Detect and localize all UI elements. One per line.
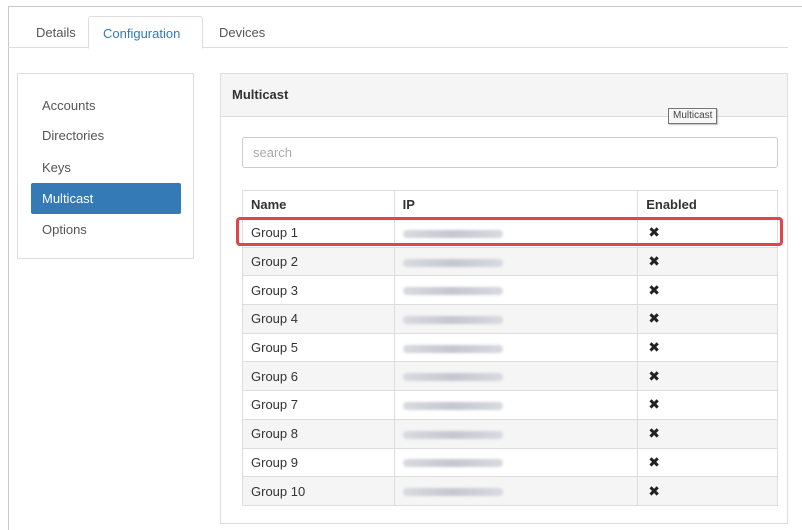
table-header-row: Name IP Enabled (242, 190, 778, 219)
x-mark-icon: ✖ (648, 281, 660, 298)
cell-ip (393, 304, 639, 334)
cell-enabled: ✖ (637, 447, 778, 478)
table-row[interactable]: Group 3 ✖ (242, 275, 778, 306)
cell-name: Group 4 (242, 304, 395, 334)
cell-enabled: ✖ (637, 218, 778, 248)
cell-name: Group 5 (242, 332, 395, 363)
table-row[interactable]: Group 9 ✖ (242, 447, 778, 478)
table-row[interactable]: Group 8 ✖ (242, 418, 778, 449)
column-header-ip[interactable]: IP (393, 190, 639, 219)
column-header-enabled[interactable]: Enabled (637, 190, 778, 219)
redacted-ip (402, 315, 503, 324)
cell-name: Group 3 (242, 275, 395, 306)
search-input[interactable] (242, 137, 778, 168)
table-row[interactable]: Group 6 ✖ (242, 361, 778, 392)
redacted-ip (402, 229, 503, 238)
cell-name: Group 6 (242, 361, 395, 392)
tab-details[interactable]: Details (22, 16, 90, 49)
tooltip: Multicast (668, 108, 718, 124)
x-mark-icon: ✖ (648, 310, 660, 327)
cell-name: Group 10 (242, 476, 395, 506)
table-row[interactable]: Group 1 ✖ (242, 218, 778, 248)
table-row[interactable]: Group 5 ✖ (242, 332, 778, 363)
config-side-menu: Accounts Directories Keys Multicast Opti… (17, 73, 194, 259)
x-mark-icon: ✖ (648, 224, 660, 241)
cell-ip (393, 218, 639, 248)
cell-ip (393, 246, 639, 277)
cell-ip (393, 275, 639, 306)
cell-enabled: ✖ (637, 332, 778, 363)
menu-item-directories[interactable]: Directories (31, 120, 181, 151)
cell-enabled: ✖ (637, 246, 778, 277)
x-mark-icon: ✖ (648, 253, 660, 270)
table-row[interactable]: Group 4 ✖ (242, 304, 778, 334)
x-mark-icon: ✖ (648, 482, 660, 499)
menu-item-keys[interactable]: Keys (31, 152, 181, 183)
tab-bar: Details Configuration Devices (8, 8, 788, 49)
cell-ip (393, 361, 639, 392)
column-header-name[interactable]: Name (242, 190, 395, 219)
cell-enabled: ✖ (637, 476, 778, 506)
table-row[interactable]: Group 10 ✖ (242, 476, 778, 506)
x-mark-icon: ✖ (648, 396, 660, 413)
table-row[interactable]: Group 7 ✖ (242, 390, 778, 420)
redacted-ip (402, 488, 503, 497)
cell-enabled: ✖ (637, 361, 778, 392)
redacted-ip (402, 459, 503, 468)
multicast-table: Name IP Enabled Group 1 ✖ Group 2 ✖ Grou… (242, 190, 778, 506)
redacted-ip (402, 402, 503, 411)
redacted-ip (402, 430, 503, 439)
multicast-panel: Multicast Multicast Name IP Enabled Grou… (220, 73, 788, 524)
panel-title: Multicast (232, 87, 289, 102)
x-mark-icon: ✖ (648, 453, 660, 470)
cell-ip (393, 390, 639, 420)
menu-item-accounts[interactable]: Accounts (31, 90, 181, 121)
menu-item-multicast[interactable]: Multicast (31, 183, 181, 214)
tab-devices[interactable]: Devices (205, 16, 279, 49)
cell-name: Group 9 (242, 447, 395, 478)
x-mark-icon: ✖ (648, 425, 660, 442)
cell-enabled: ✖ (637, 418, 778, 449)
cell-ip (393, 447, 639, 478)
cell-name: Group 2 (242, 246, 395, 277)
cell-ip (393, 332, 639, 363)
cell-name: Group 1 (242, 218, 395, 248)
redacted-ip (402, 258, 503, 267)
menu-item-options[interactable]: Options (31, 214, 181, 245)
redacted-ip (402, 287, 503, 296)
redacted-ip (402, 373, 503, 382)
cell-name: Group 7 (242, 390, 395, 420)
tab-configuration[interactable]: Configuration (88, 16, 203, 49)
table-row[interactable]: Group 2 ✖ (242, 246, 778, 277)
x-mark-icon: ✖ (648, 367, 660, 384)
cell-enabled: ✖ (637, 304, 778, 334)
cell-ip (393, 418, 639, 449)
cell-enabled: ✖ (637, 390, 778, 420)
cell-name: Group 8 (242, 418, 395, 449)
x-mark-icon: ✖ (648, 339, 660, 356)
cell-enabled: ✖ (637, 275, 778, 306)
redacted-ip (402, 344, 503, 353)
cell-ip (393, 476, 639, 506)
